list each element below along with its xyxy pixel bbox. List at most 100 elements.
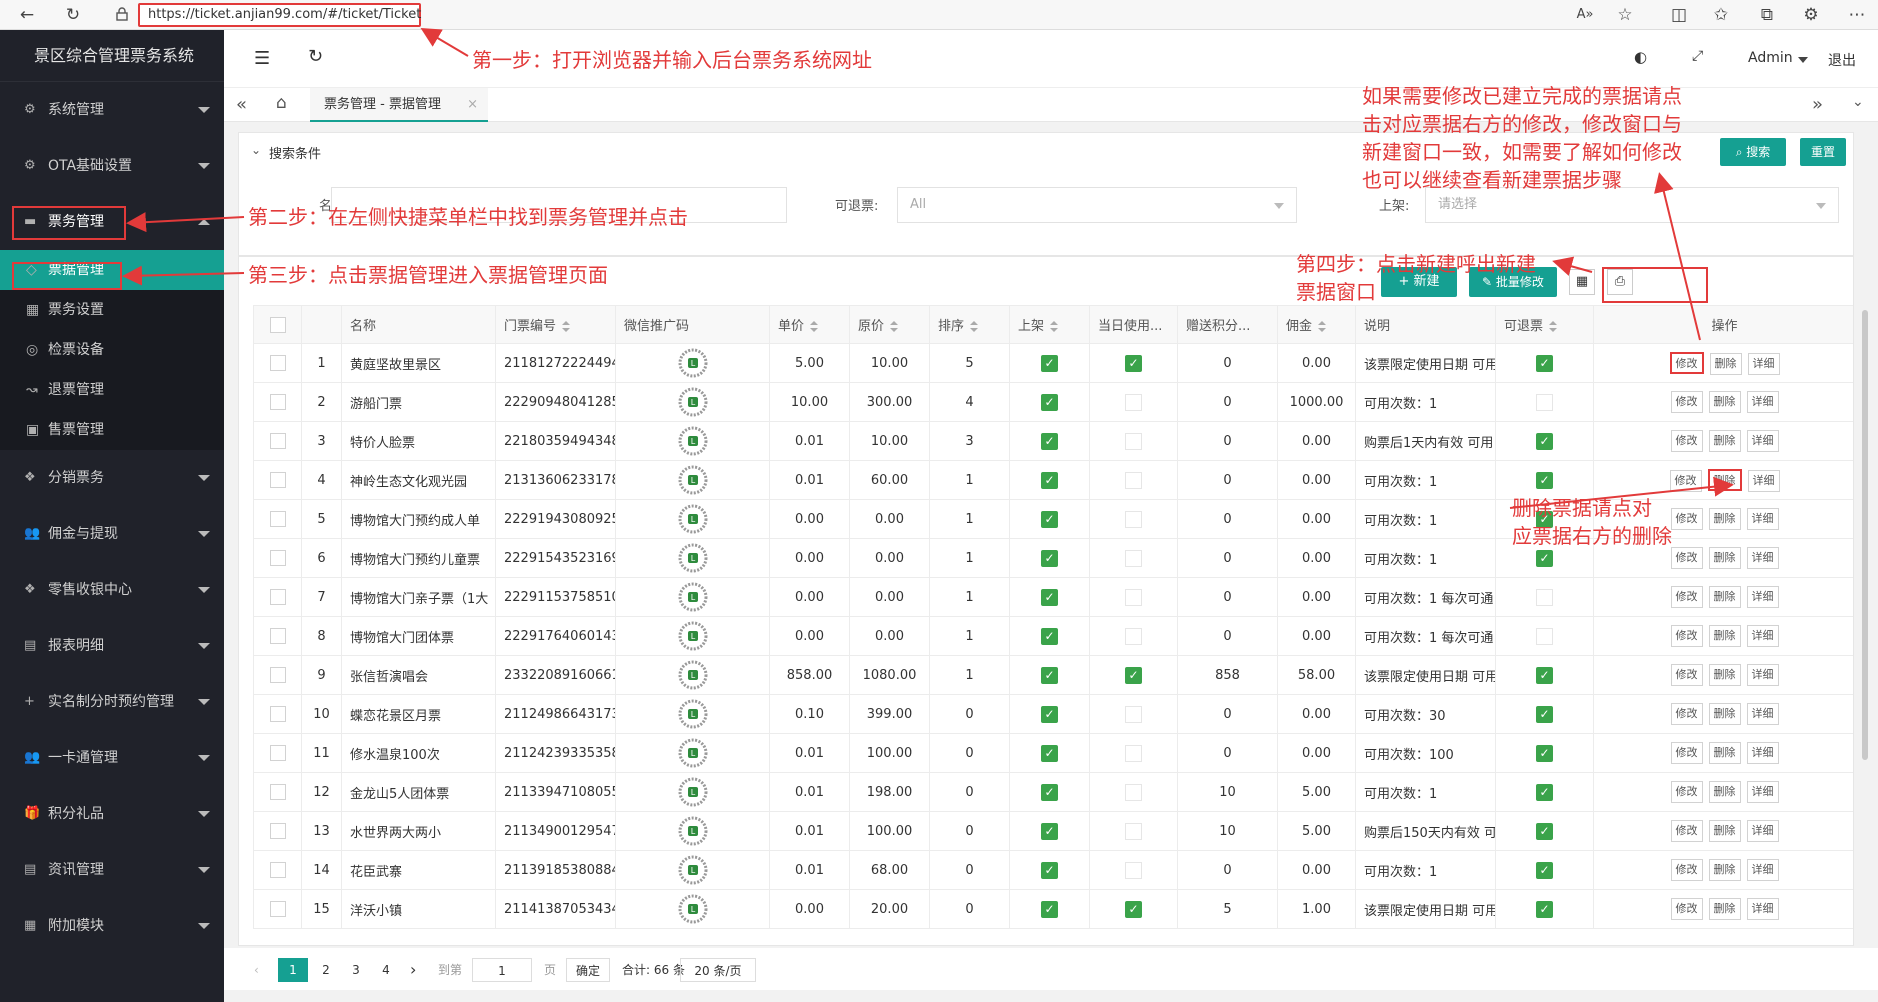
row-checkbox[interactable] [269,550,286,566]
sidebar-item-retail[interactable]: ❖ 零售收银中心 [0,562,224,618]
sort-icon[interactable] [1318,321,1327,332]
detail-button[interactable]: 详细 [1746,586,1779,608]
delete-button[interactable]: 删除 [1708,625,1741,647]
delete-button[interactable]: 删除 [1707,468,1742,491]
address-bar[interactable]: https://ticket.anjian99.com/#/ticket/Tic… [138,3,421,27]
sort-icon[interactable] [1050,321,1059,332]
detail-button[interactable]: 详细 [1746,625,1779,647]
row-checkbox[interactable] [269,745,286,761]
detail-button[interactable]: 详细 [1746,391,1779,413]
edit-button[interactable]: 修改 [1670,430,1703,452]
delete-button[interactable]: 删除 [1709,352,1742,375]
extensions-icon[interactable]: ⚙ [1800,4,1822,26]
col-header-price[interactable]: 单价 [769,305,850,344]
row-checkbox[interactable] [269,784,286,800]
detail-button[interactable]: 详细 [1747,469,1780,492]
sidebar-subitem-check-device[interactable]: ◎ 检票设备 [0,330,224,370]
favorites-icon[interactable]: ✩ [1710,4,1732,26]
tabs-left-icon[interactable]: « [236,94,247,115]
row-checkbox[interactable] [269,628,286,644]
select-all-checkbox[interactable] [269,316,286,333]
row-checkbox[interactable] [269,589,286,605]
split-screen-icon[interactable]: ◫ [1668,4,1690,26]
read-aloud-icon[interactable]: A» [1574,4,1596,26]
favorite-star-icon[interactable]: ☆ [1614,4,1636,26]
print-icon[interactable]: ⎙ [1607,269,1633,295]
sidebar-item-card[interactable]: 👥 一卡通管理 [0,730,224,786]
refresh-icon[interactable]: ↻ [308,46,323,67]
sidebar-item-reports[interactable]: ▤ 报表明细 [0,618,224,674]
edit-button[interactable]: 修改 [1670,391,1703,413]
next-page-icon[interactable]: › [410,958,416,982]
col-header-name[interactable]: 名称 [341,305,496,344]
close-icon[interactable]: × [467,88,478,122]
sidebar-item-realname[interactable]: + 实名制分时预约管理 [0,674,224,730]
columns-icon[interactable]: ▦ [1569,269,1595,295]
detail-button[interactable]: 详细 [1746,430,1779,452]
page-size-select[interactable]: 20 条/页 [680,958,756,982]
edit-button[interactable]: 修改 [1670,664,1703,686]
col-header-shelf[interactable]: 上架 [1009,305,1090,344]
tabs-right-icon[interactable]: » [1812,94,1823,115]
delete-button[interactable]: 删除 [1708,430,1741,452]
row-checkbox[interactable] [269,901,286,917]
confirm-button[interactable]: 确定 [566,958,610,982]
row-checkbox[interactable] [269,706,286,722]
row-checkbox[interactable] [269,433,286,449]
delete-button[interactable]: 删除 [1708,859,1741,881]
collections-icon[interactable]: ⧉ [1756,4,1778,26]
row-checkbox[interactable] [269,511,286,527]
refresh-icon[interactable]: ↻ [62,4,84,26]
detail-button[interactable]: 详细 [1746,898,1779,920]
page-1[interactable]: 1 [278,958,308,982]
edit-button[interactable]: 修改 [1670,859,1703,881]
edit-button[interactable]: 修改 [1670,586,1703,608]
logout-link[interactable]: 退出 [1828,50,1856,70]
edit-button[interactable]: 修改 [1670,547,1703,569]
row-checkbox[interactable] [269,667,286,683]
theme-icon[interactable]: ◐ [1634,48,1647,66]
page-4[interactable]: 4 [376,958,396,982]
delete-button[interactable]: 删除 [1708,781,1741,803]
sidebar-subitem-refund[interactable]: ↝ 退票管理 [0,370,224,410]
sidebar-item-addons[interactable]: ▦ 附加模块 [0,898,224,954]
sidebar-item-ota[interactable]: ⚙ OTA基础设置 [0,138,224,194]
col-header-refund[interactable]: 可退票 [1495,305,1594,344]
edit-button[interactable]: 修改 [1670,898,1703,920]
delete-button[interactable]: 删除 [1708,547,1741,569]
delete-button[interactable]: 删除 [1708,898,1741,920]
col-header-sort[interactable]: 排序 [929,305,1010,344]
edit-button[interactable]: 修改 [1670,508,1703,530]
page-3[interactable]: 3 [346,958,366,982]
refund-select[interactable]: All [897,187,1297,223]
sort-icon[interactable] [1549,321,1558,332]
edit-button[interactable]: 修改 [1669,351,1704,374]
detail-button[interactable]: 详细 [1746,664,1779,686]
sidebar-item-distribution[interactable]: ❖ 分销票务 [0,450,224,506]
home-icon[interactable]: ⌂ [276,93,287,113]
sort-icon[interactable] [810,321,819,332]
col-header-orig-price[interactable]: 原价 [849,305,930,344]
delete-button[interactable]: 删除 [1708,703,1741,725]
edit-button[interactable]: 修改 [1669,469,1702,492]
edit-button[interactable]: 修改 [1670,781,1703,803]
edit-button[interactable]: 修改 [1670,820,1703,842]
row-checkbox[interactable] [269,394,286,410]
user-menu[interactable]: Admin [1748,50,1793,66]
sort-icon[interactable] [970,321,979,332]
detail-button[interactable]: 详细 [1746,742,1779,764]
delete-button[interactable]: 删除 [1708,742,1741,764]
edit-button[interactable]: 修改 [1670,625,1703,647]
sidebar-item-system[interactable]: ⚙ 系统管理 [0,82,224,138]
sidebar-item-points[interactable]: 🎁 积分礼品 [0,786,224,842]
sidebar-subitem-ticket-settings[interactable]: ▦ 票务设置 [0,290,224,330]
col-header-today-use[interactable]: 当日使用... [1089,305,1178,344]
scrollbar[interactable] [1860,310,1870,950]
back-icon[interactable]: ← [16,4,38,26]
edit-button[interactable]: 修改 [1670,703,1703,725]
tab-ticket-data[interactable]: 票务管理 - 票据管理 × [310,88,488,122]
sidebar-item-news[interactable]: ▤ 资讯管理 [0,842,224,898]
detail-button[interactable]: 详细 [1746,781,1779,803]
row-checkbox[interactable] [269,472,286,488]
sort-icon[interactable] [890,321,899,332]
